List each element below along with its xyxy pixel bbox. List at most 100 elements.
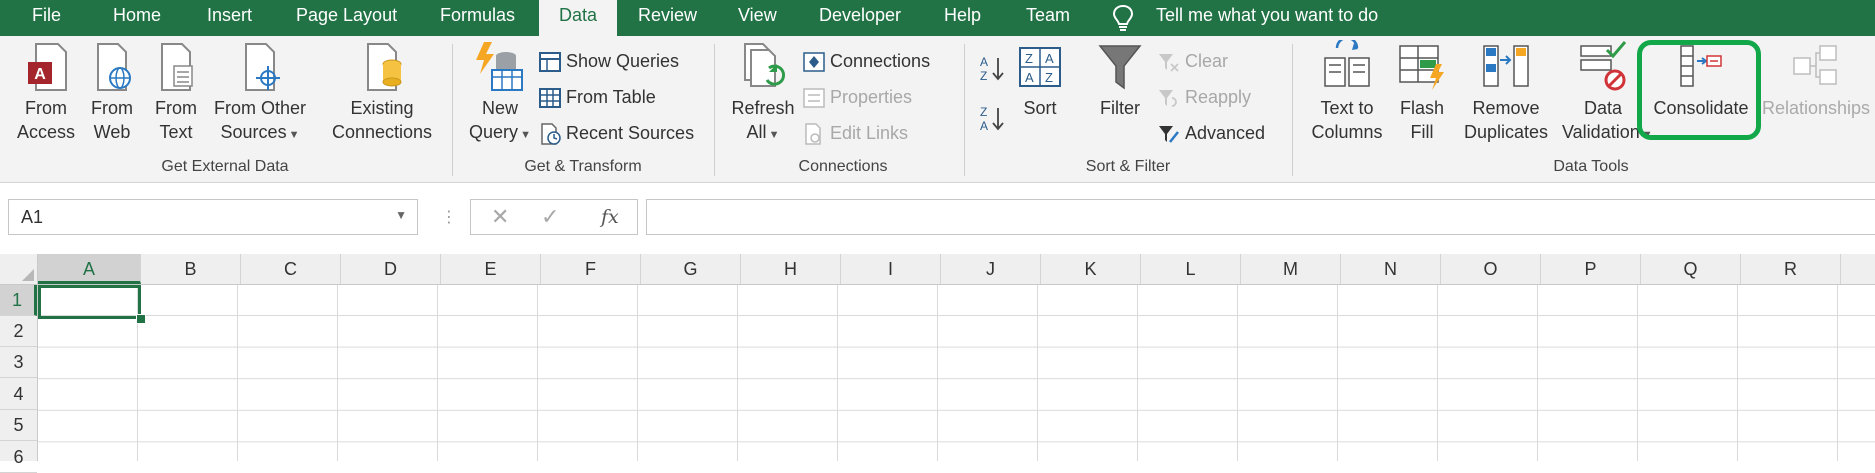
group-label-sort-filter: Sort & Filter [1085, 158, 1171, 175]
properties-button[interactable]: Properties [803, 84, 912, 110]
svg-text:A: A [1025, 70, 1034, 85]
svg-text:Z: Z [1025, 51, 1033, 66]
from-table-button[interactable]: From Table [539, 84, 656, 110]
new-query-button[interactable]: New Query ▼ [464, 40, 536, 147]
formula-bar-grip-icon[interactable]: ⋮ [441, 207, 457, 227]
column-header-q[interactable]: Q [1641, 254, 1741, 284]
clear-filter-button[interactable]: Clear [1158, 48, 1228, 74]
from-access-button[interactable]: A From Access [14, 40, 78, 144]
reapply-button[interactable]: Reapply [1158, 84, 1251, 110]
group-label-get-transform: Get & Transform [524, 158, 642, 175]
column-header-i[interactable]: I [841, 254, 941, 284]
column-header-f[interactable]: F [541, 254, 641, 284]
remove-duplicates-button[interactable]: Remove Duplicates [1454, 40, 1558, 144]
refresh-icon [744, 43, 785, 87]
from-web-button[interactable]: From Web [84, 40, 140, 144]
existing-connections-button[interactable]: Existing Connections [326, 40, 438, 144]
tab-home[interactable]: Home [113, 0, 161, 36]
column-header-b[interactable]: B [141, 254, 241, 284]
sort-a-to-z-icon[interactable]: A Z [978, 54, 1006, 82]
tab-team[interactable]: Team [1026, 0, 1070, 36]
existing-connections-icon [367, 43, 402, 91]
chevron-down-icon[interactable]: ▼ [395, 208, 407, 222]
column-header-j[interactable]: J [941, 254, 1041, 284]
globe-document-icon [97, 43, 131, 91]
table-icon [539, 52, 561, 73]
active-cell-a1[interactable] [38, 285, 141, 319]
dropdown-caret-icon: ▼ [768, 129, 780, 141]
tell-me-search[interactable]: Tell me what you want to do [1156, 0, 1378, 36]
svg-text:A: A [1045, 51, 1054, 66]
tab-view[interactable]: View [738, 0, 777, 36]
row-header-4[interactable]: 4 [0, 379, 37, 410]
group-label-connections: Connections [798, 158, 888, 175]
cancel-icon[interactable]: ✕ [491, 204, 509, 230]
fill-handle[interactable] [136, 314, 146, 324]
column-headers: A B C D E F G H I J K L M N O P Q R [0, 254, 1875, 285]
tab-review[interactable]: Review [638, 0, 697, 36]
svg-text:A: A [34, 66, 46, 83]
name-box[interactable]: A1 ▼ [8, 199, 418, 235]
data-validation-button[interactable]: Data Validation ▼ [1562, 40, 1653, 147]
dropdown-caret-icon: ▼ [288, 129, 300, 141]
consolidate-highlight-box [1637, 40, 1761, 140]
row-header-2[interactable]: 2 [0, 316, 37, 347]
column-header-l[interactable]: L [1141, 254, 1241, 284]
row-header-1[interactable]: 1 [0, 285, 37, 316]
column-header-h[interactable]: H [741, 254, 841, 284]
formula-buttons: ✕ ✓ fx [470, 199, 638, 235]
advanced-filter-button[interactable]: Advanced [1158, 120, 1265, 146]
tab-formulas[interactable]: Formulas [440, 0, 515, 36]
tab-developer[interactable]: Developer [819, 0, 901, 36]
advanced-filter-icon [1159, 126, 1179, 144]
column-header-k[interactable]: K [1041, 254, 1141, 284]
tab-page-layout[interactable]: Page Layout [296, 0, 397, 36]
tab-file[interactable]: File [32, 0, 61, 36]
access-icon: A [28, 43, 67, 91]
column-header-a[interactable]: A [38, 254, 141, 284]
tab-insert[interactable]: Insert [207, 0, 252, 36]
text-to-columns-button[interactable]: Text to Columns [1306, 40, 1388, 144]
tab-data[interactable]: Data [539, 0, 618, 38]
column-header-c[interactable]: C [241, 254, 341, 284]
insert-function-icon[interactable]: fx [601, 206, 619, 228]
ribbon-tab-bar: File Home Insert Page Layout Formulas Da… [0, 0, 1875, 38]
sort-z-to-a-icon[interactable]: Z A [978, 104, 1006, 132]
data-validation-icon [1580, 41, 1627, 91]
new-query-icon [476, 42, 523, 91]
connections-button[interactable]: Connections [803, 48, 930, 74]
refresh-all-button[interactable]: Refresh All ▼ [726, 40, 800, 147]
sort-dialog-icon: Z A A Z [1019, 47, 1061, 87]
column-header-n[interactable]: N [1341, 254, 1441, 284]
column-header-r[interactable]: R [1741, 254, 1841, 284]
sort-button[interactable]: Z A A Z Sort [1012, 40, 1068, 120]
column-header-m[interactable]: M [1241, 254, 1341, 284]
flash-fill-button[interactable]: Flash Fill [1396, 40, 1448, 144]
from-other-sources-button[interactable]: From Other Sources ▼ [210, 40, 310, 147]
select-all-triangle-icon [22, 269, 34, 281]
row-header-6[interactable]: 6 [0, 442, 37, 473]
filter-button[interactable]: Filter [1092, 40, 1148, 120]
show-queries-button[interactable]: Show Queries [539, 48, 679, 74]
group-separator [714, 44, 715, 176]
relationships-button[interactable]: Relationships [1760, 40, 1872, 120]
column-header-p[interactable]: P [1541, 254, 1641, 284]
formula-input[interactable] [646, 199, 1875, 235]
from-text-button[interactable]: From Text [148, 40, 204, 144]
column-header-d[interactable]: D [341, 254, 441, 284]
cell-grid[interactable] [38, 285, 1875, 461]
group-separator [452, 44, 453, 176]
tab-help[interactable]: Help [944, 0, 981, 36]
lightbulb-icon [1112, 4, 1134, 31]
recent-sources-button[interactable]: Recent Sources [539, 120, 694, 146]
select-all-corner[interactable] [0, 254, 38, 284]
enter-check-icon[interactable]: ✓ [541, 204, 559, 230]
svg-text:Z: Z [1045, 70, 1053, 85]
row-header-5[interactable]: 5 [0, 410, 37, 441]
column-header-g[interactable]: G [641, 254, 741, 284]
column-header-e[interactable]: E [441, 254, 541, 284]
column-header-o[interactable]: O [1441, 254, 1541, 284]
row-header-3[interactable]: 3 [0, 347, 37, 378]
relationships-icon [1793, 45, 1837, 85]
edit-links-button[interactable]: Edit Links [803, 120, 908, 146]
